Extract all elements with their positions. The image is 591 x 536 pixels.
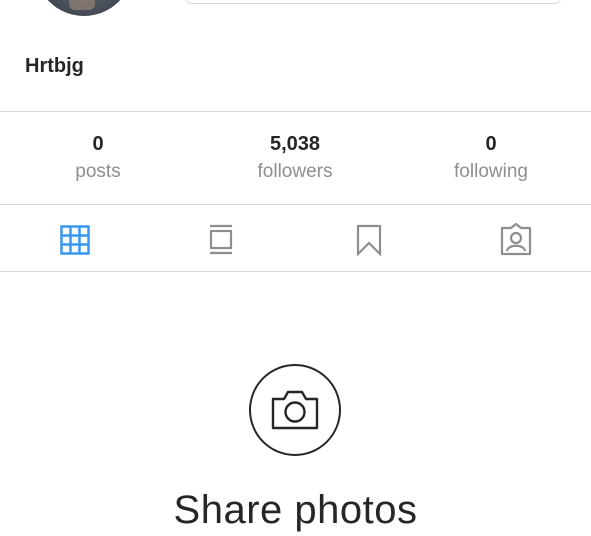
avatar[interactable]: [35, 0, 133, 16]
stat-label: posts: [75, 161, 121, 182]
tagged-icon: [500, 223, 532, 256]
divider: [0, 111, 591, 112]
stat-followers[interactable]: 5,038 followers: [215, 131, 375, 187]
profile-username: Hrtbjg: [25, 55, 84, 77]
profile-stats: 0 posts 5,038 followers 0 following: [0, 131, 591, 191]
stat-label: followers: [257, 161, 333, 182]
profile-tab-bar: [0, 206, 591, 270]
stat-label: following: [454, 161, 528, 182]
stat-count: 0: [485, 133, 497, 155]
tab-feed[interactable]: [201, 220, 241, 260]
stat-following[interactable]: 0 following: [411, 131, 571, 187]
feed-icon: [209, 224, 233, 255]
tab-tagged[interactable]: [496, 220, 536, 260]
stat-posts[interactable]: 0 posts: [18, 131, 178, 187]
avatar-photo-detail: [69, 0, 95, 10]
divider: [0, 204, 591, 205]
stat-count: 5,038: [269, 133, 321, 155]
tab-saved[interactable]: [349, 220, 389, 260]
camera-icon: [271, 390, 319, 430]
bookmark-icon: [356, 224, 382, 256]
edit-profile-button[interactable]: [185, 0, 561, 4]
divider: [0, 271, 591, 272]
empty-state-title: Share photos: [173, 488, 418, 532]
stat-count: 0: [92, 133, 104, 155]
tab-grid[interactable]: [55, 220, 95, 260]
grid-icon: [60, 225, 90, 255]
camera-button[interactable]: [249, 364, 341, 456]
